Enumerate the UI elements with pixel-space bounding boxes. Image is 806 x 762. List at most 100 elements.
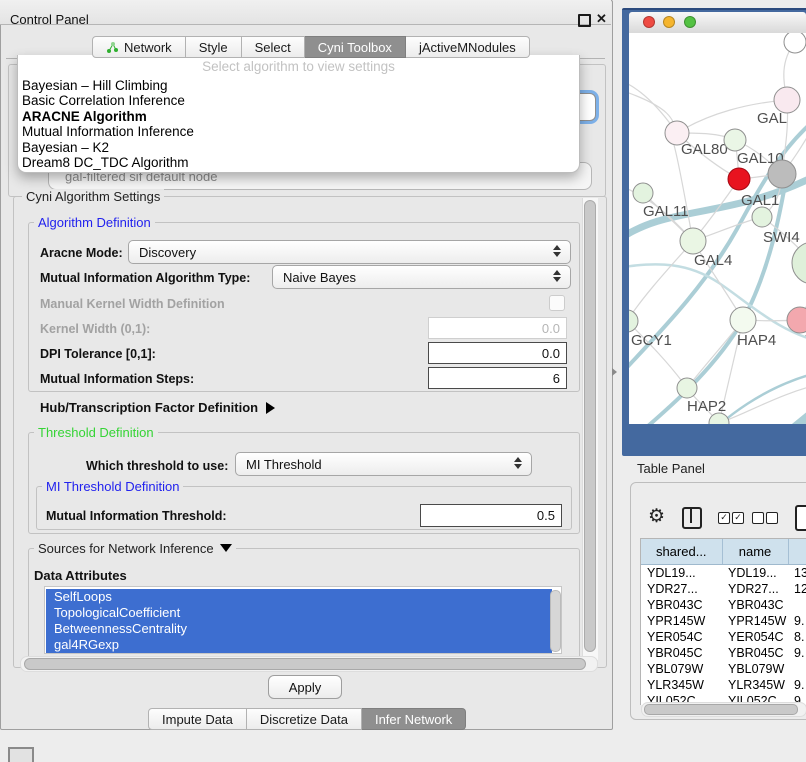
- close-traffic-light-icon[interactable]: [643, 16, 655, 28]
- attribute-item-selfloops[interactable]: SelfLoops: [46, 589, 552, 605]
- tab-discretize-data[interactable]: Discretize Data: [247, 708, 362, 730]
- which-threshold-combo[interactable]: MI Threshold: [235, 452, 532, 476]
- network-edge[interactable]: [629, 241, 693, 321]
- node-label-hap2: HAP2: [687, 398, 726, 415]
- network-node-y[interactable]: [787, 307, 806, 333]
- attribute-item-gal4rgexp[interactable]: gal4RGexp: [46, 637, 552, 653]
- splitter-collapse-icon[interactable]: [612, 368, 617, 376]
- control-panel-title: Control Panel: [10, 12, 89, 27]
- mi-threshold-field[interactable]: 0.5: [420, 504, 562, 527]
- column-header-name[interactable]: name: [722, 539, 788, 565]
- manual-kernel-checkbox[interactable]: [549, 295, 565, 311]
- algorithm-definition-title: Algorithm Definition: [34, 215, 155, 230]
- network-canvas[interactable]: GALGAL80GAL10GAL1GAL11SWI4GAL4GCY1HAP4YH…: [629, 33, 806, 424]
- tab-label: Select: [255, 40, 291, 55]
- network-edge[interactable]: [719, 383, 806, 423]
- table-cell: YDR27...: [722, 581, 788, 597]
- settings-horizontal-scrollbar-thumb[interactable]: [24, 658, 586, 670]
- network-node[interactable]: [784, 33, 806, 53]
- table-function-icon[interactable]: [795, 505, 806, 531]
- dropdown-item-dream8-dc-tdc-algorithm[interactable]: Dream8 DC_TDC Algorithm: [18, 155, 579, 170]
- network-node[interactable]: [792, 242, 806, 284]
- dropdown-item-bayesian-k2[interactable]: Bayesian – K2: [18, 140, 579, 155]
- column-layout-icon[interactable]: [682, 507, 702, 529]
- stepper-arrows-icon: [514, 457, 522, 469]
- docked-window-icon[interactable]: [8, 747, 34, 762]
- tab-style[interactable]: Style: [186, 36, 242, 58]
- network-node-hap2[interactable]: [677, 378, 697, 398]
- kernel-width-field[interactable]: 0.0: [428, 317, 567, 339]
- deselect-all-checkbox-icon[interactable]: [766, 512, 778, 524]
- attribute-item-topologicalcoefficient[interactable]: TopologicalCoefficient: [46, 605, 552, 621]
- float-window-icon[interactable]: [578, 14, 591, 27]
- table-cell: YER054C: [722, 629, 788, 645]
- tab-select[interactable]: Select: [242, 36, 305, 58]
- network-edge[interactable]: [757, 401, 806, 424]
- network-node-gal10[interactable]: [724, 129, 746, 151]
- table-header-row[interactable]: shared...name: [641, 539, 806, 565]
- select-all-checkbox-icon[interactable]: ✓: [718, 512, 730, 524]
- tab-cyni-toolbox[interactable]: Cyni Toolbox: [305, 36, 406, 58]
- network-node-gal1[interactable]: [728, 168, 750, 190]
- dropdown-item-bayesian-hill-climbing[interactable]: Bayesian – Hill Climbing: [18, 78, 579, 93]
- dropdown-item-aracne-algorithm[interactable]: ARACNE Algorithm: [18, 109, 579, 124]
- table-cell: YLR345W: [641, 677, 722, 693]
- hub-section-label: Hub/Transcription Factor Definition: [40, 400, 258, 415]
- select-all-checkbox-icon[interactable]: ✓: [732, 512, 744, 524]
- tab-network[interactable]: Network: [92, 36, 186, 58]
- table-row[interactable]: YBR043CYBR043C: [641, 597, 806, 613]
- expand-right-icon[interactable]: [266, 402, 275, 414]
- node-table: shared...name YDL19...YDL19...13YDR27...…: [640, 538, 806, 705]
- table-row[interactable]: YER054CYER054C8.: [641, 629, 806, 645]
- aracne-mode-combo[interactable]: Discovery: [128, 240, 571, 264]
- dropdown-item-mutual-information-inference[interactable]: Mutual Information Inference: [18, 124, 579, 139]
- mi-type-combo[interactable]: Naive Bayes: [272, 265, 571, 289]
- list-vertical-scrollbar-thumb[interactable]: [550, 590, 561, 652]
- network-node[interactable]: [768, 160, 796, 188]
- apply-button[interactable]: Apply: [268, 675, 342, 699]
- table-cell: 13: [788, 565, 806, 582]
- table-row[interactable]: YDR27...YDR27...12: [641, 581, 806, 597]
- tab-impute-data[interactable]: Impute Data: [148, 708, 247, 730]
- mi-steps-field[interactable]: 6: [428, 367, 567, 389]
- algorithm-dropdown-placeholder: Select algorithm to view settings: [18, 55, 579, 78]
- table-cell: YDL19...: [641, 565, 722, 582]
- settings-vertical-scrollbar-thumb[interactable]: [584, 200, 596, 652]
- table-horizontal-scrollbar-thumb[interactable]: [644, 704, 798, 715]
- column-header-extra[interactable]: [788, 539, 806, 565]
- network-node-gal11[interactable]: [633, 183, 653, 203]
- network-canvas-area: GALGAL80GAL10GAL1GAL11SWI4GAL4GCY1HAP4YH…: [629, 33, 806, 424]
- close-icon[interactable]: ✕: [596, 11, 607, 27]
- node-table-grid: shared...name YDL19...YDL19...13YDR27...…: [641, 539, 806, 705]
- node-label-gcy1: GCY1: [631, 332, 672, 349]
- zoom-traffic-light-icon[interactable]: [684, 16, 696, 28]
- sources-title: Sources for Network Inference: [38, 541, 214, 556]
- tab-infer-network[interactable]: Infer Network: [362, 708, 466, 730]
- tab-jactivemnodules[interactable]: jActiveMNodules: [406, 36, 530, 58]
- network-node-hap4[interactable]: [730, 307, 756, 333]
- network-node-swi4[interactable]: [752, 207, 772, 227]
- table-row[interactable]: YDL19...YDL19...13: [641, 565, 806, 582]
- table-row[interactable]: YBR045CYBR045C9.: [641, 645, 806, 661]
- network-node-gcy1[interactable]: [629, 310, 638, 332]
- column-header-shared[interactable]: shared...: [641, 539, 722, 565]
- sources-title-row[interactable]: Sources for Network Inference: [34, 541, 236, 556]
- tab-label: Style: [199, 40, 228, 55]
- dpi-tolerance-label: DPI Tolerance [0,1]:: [40, 347, 156, 361]
- table-row[interactable]: YBL079WYBL079W: [641, 661, 806, 677]
- dpi-tolerance-field[interactable]: 0.0: [428, 342, 567, 364]
- table-row[interactable]: YPR145WYPR145W9.: [641, 613, 806, 629]
- tab-label: Network: [124, 40, 172, 55]
- gear-icon[interactable]: ⚙: [648, 505, 665, 528]
- collapse-down-icon[interactable]: [220, 544, 232, 552]
- cyni-settings-title: Cyni Algorithm Settings: [22, 189, 164, 204]
- table-row[interactable]: YLR345WYLR345W9.: [641, 677, 806, 693]
- attribute-item-betweennesscentrality[interactable]: BetweennessCentrality: [46, 621, 552, 637]
- dropdown-item-basic-correlation-inference[interactable]: Basic Correlation Inference: [18, 93, 579, 108]
- deselect-all-checkbox-icon[interactable]: [752, 512, 764, 524]
- minimize-traffic-light-icon[interactable]: [663, 16, 675, 28]
- network-edge[interactable]: [674, 145, 693, 241]
- hub-section-toggle[interactable]: Hub/Transcription Factor Definition: [40, 400, 275, 415]
- network-node-gal4[interactable]: [680, 228, 706, 254]
- table-cell: 9.: [788, 613, 806, 629]
